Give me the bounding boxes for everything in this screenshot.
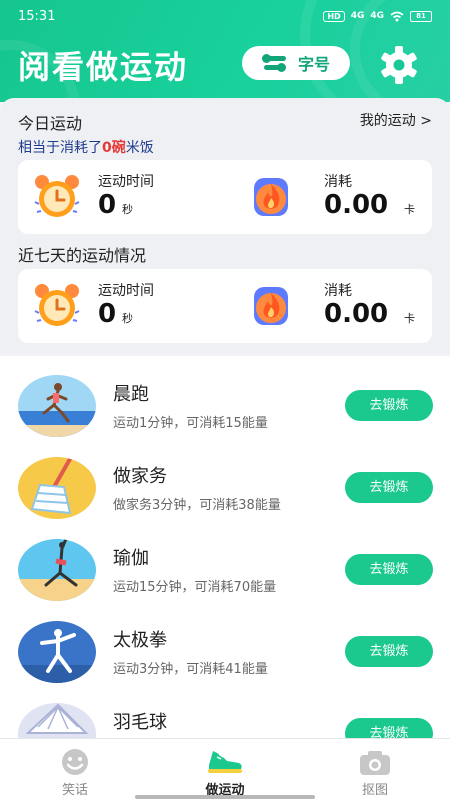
nav-label: 抠图 <box>361 783 388 798</box>
battery-indicator: 81 <box>410 10 432 22</box>
today-title: 今日运动 <box>18 114 83 133</box>
go-exercise-button[interactable]: 去锻炼 <box>345 472 433 503</box>
gear-icon[interactable] <box>378 44 420 86</box>
week-title: 近七天的运动情况 <box>18 246 147 265</box>
bottom-nav: 笑话 做运动 抠图 <box>0 738 450 800</box>
week-time-value: 0 <box>98 299 117 329</box>
badminton-avatar <box>18 703 96 738</box>
activity-list[interactable]: 晨跑 运动1分钟，可消耗15能量 去锻炼 做家务 做家务3分钟，可消耗38能量 … <box>0 356 450 738</box>
today-calorie-label: 消耗 <box>324 174 352 190</box>
week-time-stat: 运动时间 0 秒 <box>18 269 218 343</box>
go-exercise-button[interactable]: 去锻炼 <box>345 554 433 585</box>
nav-tab-exercise[interactable]: 做运动 <box>150 739 300 800</box>
list-item[interactable]: 羽毛球 去锻炼 <box>0 702 450 738</box>
today-time-value: 0 <box>98 190 117 220</box>
activity-desc: 运动3分钟，可消耗41能量 <box>113 662 268 677</box>
font-size-button[interactable]: 字号 <box>242 46 350 80</box>
equiv-value: 0碗 <box>102 140 126 156</box>
alarm-clock-icon <box>34 175 80 217</box>
list-item[interactable]: 晨跑 运动1分钟，可消耗15能量 去锻炼 <box>0 374 450 456</box>
signal-4g-2: 4G <box>370 11 384 21</box>
go-exercise-button[interactable]: 去锻炼 <box>345 718 433 738</box>
housework-avatar <box>18 457 96 519</box>
yoga-avatar <box>18 539 96 601</box>
list-item[interactable]: 瑜伽 运动15分钟，可消耗70能量 去锻炼 <box>0 538 450 620</box>
font-size-label: 字号 <box>297 55 330 74</box>
today-stats-card: 运动时间 0 秒 消耗 0.00 卡 <box>18 160 432 234</box>
today-time-unit: 秒 <box>122 203 133 216</box>
today-time-label: 运动时间 <box>98 174 154 190</box>
today-calorie-stat: 消耗 0.00 卡 <box>228 160 432 234</box>
week-time-unit: 秒 <box>122 312 133 325</box>
signal-4g-1: 4G <box>350 11 365 21</box>
activity-name: 晨跑 <box>113 384 149 405</box>
wifi-icon <box>390 11 404 21</box>
smile-icon <box>62 749 88 775</box>
list-item[interactable]: 做家务 做家务3分钟，可消耗38能量 去锻炼 <box>0 456 450 538</box>
alarm-clock-icon <box>34 284 80 326</box>
nav-label: 笑话 <box>61 783 88 798</box>
font-toggle-icon <box>261 54 288 72</box>
week-calorie-value: 0.00 <box>324 299 389 329</box>
sneaker-icon <box>208 751 242 773</box>
hd-badge: HD <box>323 10 345 22</box>
activity-desc: 做家务3分钟，可消耗38能量 <box>113 498 281 513</box>
activity-desc: 运动1分钟，可消耗15能量 <box>113 416 268 431</box>
flame-icon <box>254 287 288 325</box>
status-bar: 15:31 HD 4G 4G 81 <box>0 0 450 32</box>
calorie-equivalent: 相当于消耗了0碗米饭 <box>18 137 154 157</box>
list-item[interactable]: 太极拳 运动3分钟，可消耗41能量 去锻炼 <box>0 620 450 702</box>
activity-name: 羽毛球 <box>113 712 167 733</box>
running-avatar <box>18 375 96 437</box>
equiv-prefix: 相当于消耗了 <box>18 140 102 156</box>
today-time-stat: 运动时间 0 秒 <box>18 160 218 234</box>
equiv-suffix: 米饭 <box>125 140 154 156</box>
activity-name: 瑜伽 <box>113 548 149 569</box>
status-icons: HD 4G 4G 81 <box>323 10 432 22</box>
flame-icon <box>254 178 288 216</box>
activity-name: 做家务 <box>113 466 167 487</box>
app-title: 阅看做运动 <box>18 48 189 86</box>
taichi-avatar <box>18 621 96 683</box>
today-calorie-value: 0.00 <box>324 190 389 220</box>
week-stats-card: 运动时间 0 秒 消耗 0.00 卡 <box>18 269 432 343</box>
activity-desc: 运动15分钟，可消耗70能量 <box>113 580 277 595</box>
today-calorie-unit: 卡 <box>404 203 415 216</box>
week-calorie-unit: 卡 <box>404 312 415 325</box>
week-time-label: 运动时间 <box>98 283 154 299</box>
nav-tab-cutout[interactable]: 抠图 <box>300 739 450 800</box>
week-calorie-label: 消耗 <box>324 283 352 299</box>
app-header: 15:31 HD 4G 4G 81 阅看做运动 字号 <box>0 0 450 102</box>
go-exercise-button[interactable]: 去锻炼 <box>345 636 433 667</box>
camera-icon <box>360 751 390 775</box>
activity-name: 太极拳 <box>113 630 167 651</box>
status-time: 15:31 <box>18 8 56 24</box>
go-exercise-button[interactable]: 去锻炼 <box>345 390 433 421</box>
home-indicator[interactable] <box>135 795 315 799</box>
week-calorie-stat: 消耗 0.00 卡 <box>228 269 432 343</box>
nav-tab-jokes[interactable]: 笑话 <box>0 739 150 800</box>
my-sport-link[interactable]: 我的运动 > <box>360 110 432 130</box>
